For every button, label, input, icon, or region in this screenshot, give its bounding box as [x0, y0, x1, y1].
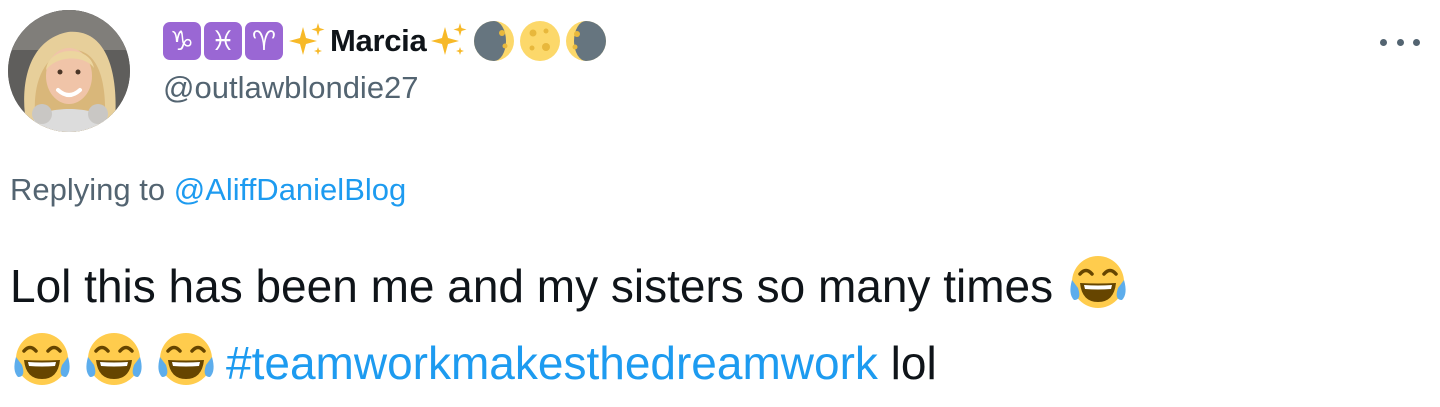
user-handle[interactable]: @outlawblondie27: [163, 70, 419, 106]
tweet-suffix-text: lol: [877, 337, 937, 389]
tears-of-joy-emoji-icon: [86, 333, 142, 385]
waning-gibbous-moon-icon: [566, 21, 607, 61]
tears-of-joy-emoji-icon: [1070, 256, 1126, 308]
replying-to-label: Replying to: [10, 172, 174, 207]
avatar[interactable]: [8, 10, 130, 132]
dot: [1380, 38, 1387, 46]
waxing-gibbous-moon-icon: [474, 21, 515, 61]
user-header: ♑ ♓ ♈ Marcia: [163, 16, 608, 66]
reply-mention-link[interactable]: @AliffDanielBlog: [174, 172, 407, 207]
more-options-icon[interactable]: [1380, 30, 1420, 54]
full-moon-icon: [520, 21, 561, 61]
replying-to: Replying to @AliffDanielBlog: [10, 172, 406, 208]
aries-icon: ♈: [245, 22, 283, 60]
tweet-card: ♑ ♓ ♈ Marcia @outlawblondie27 Replying t…: [0, 0, 1440, 407]
avatar-image: [8, 10, 130, 132]
dot: [1396, 38, 1404, 46]
capricorn-icon: ♑: [163, 22, 201, 60]
hashtag-link[interactable]: #teamworkmakesthedreamwork: [226, 337, 878, 389]
tears-of-joy-emoji-icon: [158, 333, 214, 385]
dot: [1413, 38, 1420, 46]
display-name[interactable]: Marcia: [330, 23, 427, 59]
sparkles-icon: [431, 23, 467, 55]
tears-of-joy-emoji-icon: [14, 333, 70, 385]
tweet-text: Lol this has been me and my sisters so m…: [10, 248, 1420, 402]
sparkles-icon: [289, 23, 325, 55]
tweet-body-text: Lol this has been me and my sisters so m…: [10, 260, 1066, 312]
pisces-icon: ♓: [204, 22, 242, 60]
